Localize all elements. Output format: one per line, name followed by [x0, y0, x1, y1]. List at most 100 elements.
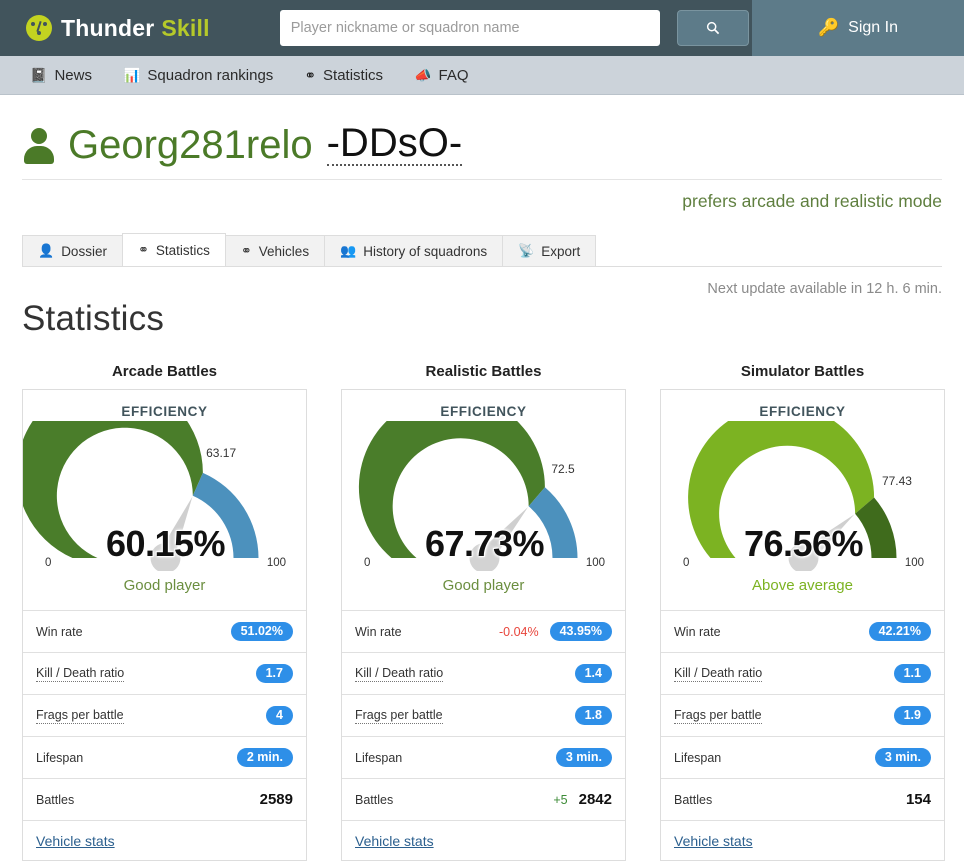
efficiency-gauge: 72.5 0 100 67.73%	[342, 421, 627, 571]
stat-card-arcade-battles: Arcade Battles EFFICIENCY 63.17 0 100 60.15% G…	[22, 363, 307, 861]
statistics-cards: Arcade Battles EFFICIENCY 63.17 0 100 60.15% G…	[22, 363, 945, 861]
stat-badge: 3 min.	[555, 747, 612, 768]
tab-label: Export	[541, 243, 581, 259]
search-button[interactable]	[676, 10, 749, 46]
tab-export[interactable]: 📡 Export	[502, 235, 597, 266]
stat-row: Kill / Death ratio 1.1	[661, 652, 944, 694]
vehicle-stats-link[interactable]: Vehicle stats	[36, 833, 115, 849]
stat-label: Battles	[674, 792, 713, 807]
player-rank-text: Above average	[752, 577, 853, 594]
prefers-mode-text: prefers arcade and realistic mode	[682, 191, 942, 211]
tab-statistics[interactable]: ⚭ Statistics	[121, 233, 226, 266]
nav-item-news[interactable]: 📓 News	[30, 67, 92, 84]
stat-badge: 3 min.	[874, 747, 931, 768]
page-title: Statistics	[22, 299, 165, 338]
tab-label: History of squadrons	[363, 243, 488, 259]
nav-item-statistics[interactable]: ⚭ Statistics	[304, 67, 383, 84]
next-update-text: Next update available in 12 h. 6 min.	[707, 281, 942, 297]
card-title: Arcade Battles	[111, 363, 218, 380]
stat-row: Lifespan 3 min.	[661, 736, 944, 778]
megaphone-icon: 📣	[414, 66, 432, 83]
search-input[interactable]	[279, 10, 660, 46]
main-navigation: 📓 News 📊 Squadron rankings ⚭ Statistics …	[0, 56, 964, 95]
nav-item-squadron-rankings[interactable]: 📊 Squadron rankings	[123, 67, 273, 84]
stat-badge: 1.9	[893, 705, 931, 726]
sign-in-label: Sign In	[848, 19, 898, 36]
nav-item-faq[interactable]: 📣 FAQ	[414, 67, 468, 84]
efficiency-label: EFFICIENCY	[440, 404, 527, 419]
nav-item-label: News	[54, 66, 92, 84]
gauge-marker-value: 63.17	[206, 445, 237, 460]
card-body: EFFICIENCY 72.5 0 100 67.73% Good player Win r…	[341, 389, 626, 861]
person-icon: 👤	[38, 243, 55, 258]
stat-label[interactable]: Frags per battle	[355, 708, 443, 724]
stat-label[interactable]: Kill / Death ratio	[36, 666, 125, 682]
stat-badge: 1.4	[574, 663, 612, 684]
vehicle-stats-link[interactable]: Vehicle stats	[674, 833, 753, 849]
nav-item-label: Statistics	[323, 66, 384, 84]
stat-row: Frags per battle 1.9	[661, 694, 944, 736]
stat-label: Lifespan	[674, 750, 722, 765]
tab-label: Dossier	[61, 243, 107, 259]
vehicle-stats-row: Vehicle stats	[342, 820, 625, 860]
gauge-section: EFFICIENCY 77.43 0 100 76.56% Above average	[661, 390, 944, 610]
stat-row: Kill / Death ratio 1.7	[23, 652, 306, 694]
player-rank-text: Good player	[442, 577, 525, 594]
gauge-icon: ⚭	[304, 66, 317, 83]
stat-delta: +5	[553, 792, 568, 807]
stat-label[interactable]: Frags per battle	[36, 708, 124, 724]
vehicle-stats-link[interactable]: Vehicle stats	[355, 833, 434, 849]
stat-label[interactable]: Frags per battle	[674, 708, 762, 724]
person-icon	[22, 126, 56, 164]
player-squadron[interactable]: -DDsO-	[326, 123, 463, 166]
gauge-logo-icon	[26, 15, 52, 41]
top-header-bar: Thunder Skill 🔑 Sign In	[0, 0, 964, 56]
nav-item-label: FAQ	[438, 66, 469, 84]
gauge-marker-value: 77.43	[881, 473, 912, 488]
tab-vehicles[interactable]: ⚭ Vehicles	[224, 235, 326, 266]
gauge-icon: ⚭	[240, 243, 252, 258]
stat-label[interactable]: Kill / Death ratio	[674, 666, 763, 682]
gauge-marker-value: 72.5	[551, 462, 575, 477]
stat-card-realistic-battles: Realistic Battles EFFICIENCY 72.5 0 100 67.73…	[341, 363, 626, 861]
stat-row: Win rate -0.04% 43.95%	[342, 610, 625, 652]
stat-row: Lifespan 2 min.	[23, 736, 306, 778]
gauge-value: 76.56%	[743, 523, 864, 564]
search-icon	[706, 21, 719, 35]
brand-name-skill: Skill	[161, 14, 210, 41]
stat-label: Win rate	[355, 624, 402, 639]
card-body: EFFICIENCY 63.17 0 100 60.15% Good player Win …	[22, 389, 307, 861]
stat-badge: 4	[266, 705, 293, 726]
stat-badge: 2 min.	[236, 747, 293, 768]
efficiency-gauge: 63.17 0 100 60.15%	[23, 421, 308, 571]
search-area	[279, 10, 749, 46]
tab-label: Vehicles	[258, 243, 310, 259]
stat-label[interactable]: Kill / Death ratio	[355, 666, 444, 682]
card-body: EFFICIENCY 77.43 0 100 76.56% Above average Wi…	[660, 389, 945, 861]
tab-dossier[interactable]: 👤 Dossier	[22, 235, 123, 266]
gauge-section: EFFICIENCY 63.17 0 100 60.15% Good player	[23, 390, 306, 610]
tab-label: Statistics	[155, 242, 210, 258]
stat-row: Battles 154	[661, 778, 944, 820]
stat-row: Win rate 51.02%	[23, 610, 306, 652]
stat-card-simulator-battles: Simulator Battles EFFICIENCY 77.43 0 100 76.5…	[660, 363, 945, 861]
profile-header: Georg281relo -DDsO-	[22, 95, 942, 166]
efficiency-label: EFFICIENCY	[121, 404, 208, 419]
divider	[22, 179, 942, 180]
brand-logo[interactable]: Thunder Skill	[26, 15, 210, 42]
gauge-value: 60.15%	[105, 523, 226, 564]
stat-badge: 1.8	[574, 705, 612, 726]
stat-label: Lifespan	[36, 750, 84, 765]
stat-badge: 51.02%	[230, 621, 293, 642]
stat-delta: -0.04%	[498, 624, 539, 639]
stat-badge: 42.21%	[868, 621, 931, 642]
rss-icon: 📡	[518, 243, 535, 258]
player-rank-text: Good player	[123, 577, 206, 594]
sign-in-button[interactable]: 🔑 Sign In	[752, 0, 964, 56]
vehicle-stats-row: Vehicle stats	[23, 820, 306, 860]
stat-row: Kill / Death ratio 1.4	[342, 652, 625, 694]
tab-history-of-squadrons[interactable]: 👥 History of squadrons	[324, 235, 504, 266]
stat-row: Win rate 42.21%	[661, 610, 944, 652]
stat-badge: 43.95%	[549, 621, 612, 642]
profile-tabs: 👤 Dossier ⚭ Statistics ⚭ Vehicles 👥 Hist…	[22, 233, 942, 267]
